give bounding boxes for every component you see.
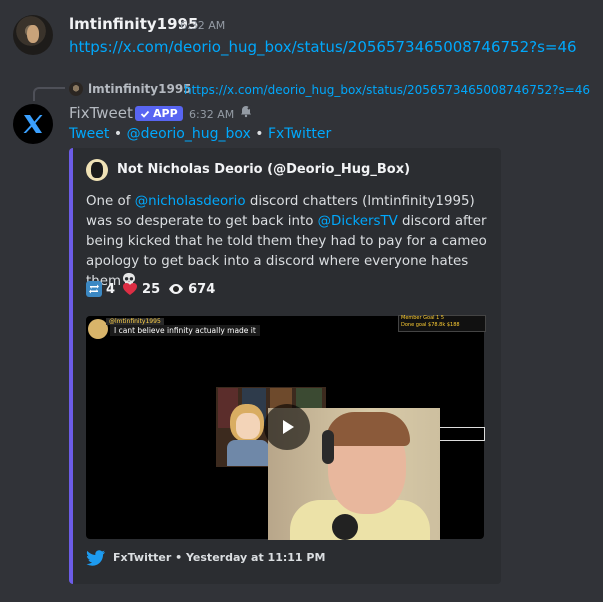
footer-source: FxTwitter — [113, 551, 172, 564]
bot-links-row: Tweet • @deorio_hug_box • FxTwitter — [69, 126, 331, 142]
notification-muted-icon — [241, 105, 252, 118]
stream-chat-name: @lmtinfinity1995 — [106, 318, 164, 325]
stream-overlay-avatar — [88, 319, 108, 339]
x-logo-icon — [23, 115, 43, 133]
footer-time: Yesterday at 11:11 PM — [185, 551, 326, 564]
link-separator: • — [113, 126, 123, 142]
twitter-bird-icon — [86, 550, 105, 566]
video-character-face — [236, 413, 260, 439]
checkmark-icon — [140, 110, 150, 118]
eye-icon — [169, 284, 184, 294]
mention-link[interactable]: @nicholasdeorio — [135, 194, 246, 209]
like-count: 25 — [142, 281, 161, 297]
reply-avatar[interactable] — [69, 82, 83, 96]
stream-goal-row: Member Goal 1 5 — [401, 315, 445, 321]
link-separator: • — [255, 126, 264, 142]
mention-link[interactable]: @DickersTV — [318, 214, 398, 229]
webcam-microphone — [332, 514, 358, 540]
retweet-icon — [86, 281, 102, 297]
heart-icon — [123, 283, 138, 295]
bot-timestamp: 6:32 AM — [189, 108, 235, 121]
app-badge-label: APP — [153, 107, 178, 120]
reply-link[interactable]: https://x.com/deorio_hug_box/status/2056… — [184, 83, 590, 97]
play-icon — [283, 420, 294, 434]
tweet-link[interactable]: Tweet — [69, 126, 109, 142]
play-button[interactable] — [264, 404, 310, 450]
footer-separator: • — [175, 551, 183, 564]
bot-name[interactable]: FixTweet — [69, 104, 133, 122]
desc-text: One of — [86, 194, 135, 209]
webcam-headset — [322, 430, 334, 464]
message-link[interactable]: https://x.com/deorio_hug_box/status/2056… — [69, 38, 577, 56]
tweet-stats: 4 25 674 — [86, 281, 215, 297]
embed-author-name[interactable]: Not Nicholas Deorio (@Deorio_Hug_Box) — [117, 162, 410, 177]
stream-chat-message: I cant believe infinity actually made it — [110, 325, 260, 336]
embed-author-avatar[interactable] — [86, 159, 108, 181]
view-count: 674 — [188, 281, 216, 297]
handle-link[interactable]: @deorio_hug_box — [127, 126, 251, 142]
app-badge: APP — [135, 106, 183, 121]
embed-description: One of @nicholasdeorio discord chatters … — [86, 192, 491, 292]
message-username[interactable]: lmtinfinity1995 — [69, 15, 198, 33]
webcam-hair — [326, 412, 410, 446]
embed-footer: FxTwitter • Yesterday at 11:11 PM — [113, 551, 325, 564]
reply-spine — [33, 87, 65, 101]
message-timestamp: 6:32 AM — [180, 19, 226, 32]
user-avatar[interactable] — [13, 15, 53, 55]
video-character-body — [227, 440, 269, 466]
stream-goal-row: Done goal $78.8k $188 — [401, 322, 460, 328]
stream-overlay-box — [435, 427, 485, 441]
retweet-count: 4 — [106, 281, 116, 297]
bot-avatar[interactable] — [13, 104, 53, 144]
reply-username[interactable]: lmtinfinity1995 — [88, 82, 192, 96]
fxtwitter-link[interactable]: FxTwitter — [268, 126, 331, 142]
